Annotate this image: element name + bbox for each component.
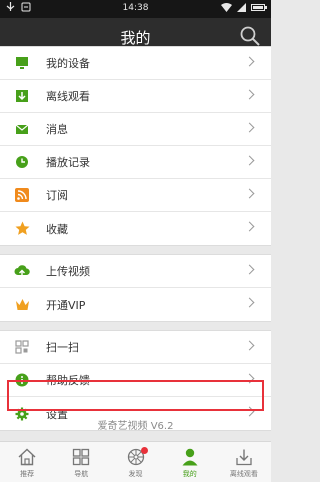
monitor-icon	[14, 55, 30, 71]
menu-item-label: 帮助反馈	[46, 374, 90, 387]
tab-label: 推荐	[20, 470, 35, 478]
menu-item-upload[interactable]: 上传视频	[0, 255, 271, 288]
menu-item-label: 我的设备	[46, 57, 90, 70]
menu-item-label: 播放记录	[46, 156, 90, 169]
menu-group-library: 我的设备 离线观看 消息 播放记录 订阅 收藏	[0, 46, 271, 246]
info-icon	[14, 372, 30, 388]
tab-label: 发现	[128, 470, 143, 478]
menu-item-messages[interactable]: 消息	[0, 113, 271, 146]
tab-discover[interactable]: 发现	[108, 442, 162, 482]
rss-icon	[14, 187, 30, 203]
chevron-right-icon	[244, 188, 255, 199]
chevron-right-icon	[244, 373, 255, 384]
wifi-icon	[221, 3, 232, 12]
menu-item-help[interactable]: 帮助反馈	[0, 364, 271, 397]
grid-icon	[73, 448, 90, 466]
tab-navigation[interactable]: 导航	[54, 442, 108, 482]
menu-item-favorites[interactable]: 收藏	[0, 212, 271, 245]
chevron-right-icon	[244, 340, 255, 351]
offline-download-icon	[236, 449, 252, 466]
notification-badge	[141, 447, 149, 454]
menu-item-label: 离线观看	[46, 90, 90, 103]
bottom-tab-bar: 推荐 导航 发现 我的 离线观看	[0, 441, 271, 482]
signal-icon	[237, 3, 246, 12]
chevron-right-icon	[244, 264, 255, 275]
chevron-right-icon	[244, 89, 255, 100]
tab-label: 我的	[182, 470, 197, 478]
page-title: 我的	[120, 29, 151, 47]
tab-offline[interactable]: 离线观看	[217, 442, 271, 482]
star-icon	[14, 221, 30, 237]
tab-recommend[interactable]: 推荐	[0, 442, 54, 482]
menu-item-label: 收藏	[46, 222, 68, 236]
menu-group-tools: 扫一扫 帮助反馈 设置	[0, 330, 271, 431]
chevron-right-icon	[244, 406, 255, 417]
menu-item-label: 扫一扫	[46, 341, 79, 354]
menu-item-subscriptions[interactable]: 订阅	[0, 179, 271, 212]
menu-item-my-devices[interactable]: 我的设备	[0, 47, 271, 80]
menu-item-label: 消息	[46, 123, 68, 136]
chevron-right-icon	[244, 297, 255, 308]
tab-label: 导航	[74, 470, 89, 478]
menu-item-label: 开通VIP	[46, 298, 86, 312]
menu-list: 我的设备 离线观看 消息 播放记录 订阅 收藏 上传视频 开通VIP 扫一扫 帮…	[0, 46, 271, 439]
menu-item-offline[interactable]: 离线观看	[0, 80, 271, 113]
search-icon[interactable]	[239, 25, 261, 47]
chevron-right-icon	[244, 122, 255, 133]
menu-item-scan[interactable]: 扫一扫	[0, 331, 271, 364]
menu-item-label: 上传视频	[46, 265, 90, 278]
menu-item-history[interactable]: 播放记录	[0, 146, 271, 179]
chevron-right-icon	[244, 56, 255, 67]
app-version: 爱奇艺视频 V6.2	[97, 421, 174, 432]
menu-item-vip[interactable]: 开通VIP	[0, 288, 271, 321]
battery-icon	[251, 4, 267, 11]
envelope-icon	[14, 121, 30, 137]
clock-icon	[14, 154, 30, 170]
chevron-right-icon	[244, 155, 255, 166]
user-icon	[182, 448, 198, 466]
crown-icon	[14, 297, 30, 313]
tab-label: 离线观看	[229, 470, 258, 478]
cloud-upload-icon	[14, 263, 30, 279]
qr-scan-icon	[14, 339, 30, 355]
download-icon	[14, 88, 30, 104]
menu-group-services: 上传视频 开通VIP	[0, 254, 271, 322]
status-bar: 14:38	[0, 0, 271, 18]
chevron-right-icon	[244, 221, 255, 232]
menu-item-label: 订阅	[46, 189, 68, 202]
home-icon	[18, 448, 36, 466]
tab-me[interactable]: 我的	[163, 442, 217, 482]
